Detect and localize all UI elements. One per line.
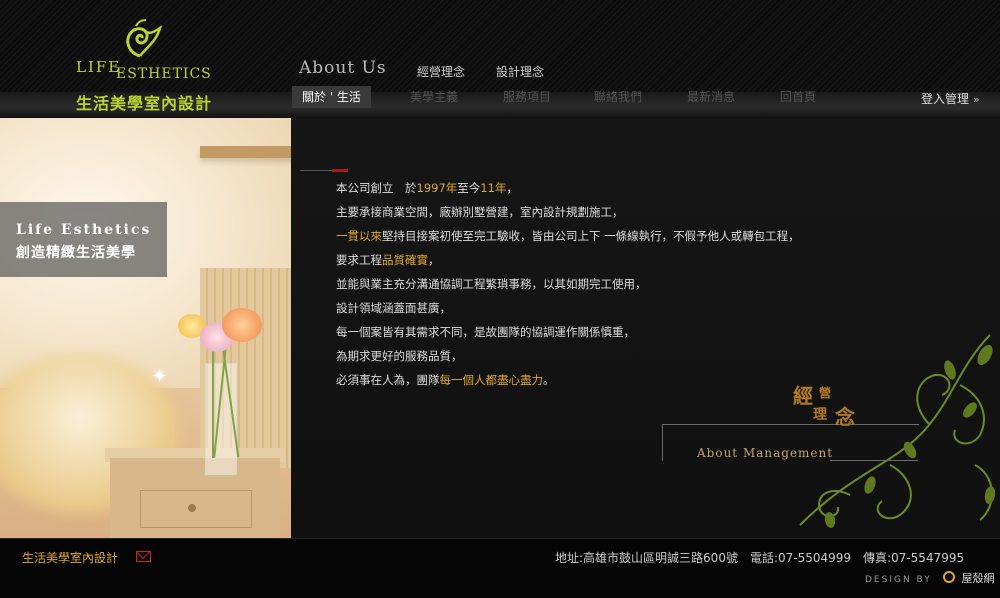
management-english-title: About Management xyxy=(697,446,834,460)
orange-flower xyxy=(222,308,262,342)
tagline-english: Life Esthetics xyxy=(16,222,152,238)
management-char-2: 營 xyxy=(819,386,832,400)
footer-company-name: 生活美學室內設計 xyxy=(22,551,119,565)
highlight-text: 品質確實 xyxy=(382,253,428,267)
intro-text: 為期求更好的服務品質， xyxy=(336,349,463,363)
designer-logo-icon xyxy=(942,571,955,583)
highlight-text: 每一個人都盡心盡力 xyxy=(439,373,544,387)
management-frame-underline xyxy=(830,460,918,461)
intro-text: 並能與業主充分溝通協調工程繁瑣事務，以其如期完工使用， xyxy=(336,277,647,291)
highlight-text: 1997年 xyxy=(416,181,458,195)
intro-line: 一貫以來堅持目接案初使至完工驗收，皆由公司上下 一條線執行，不假予他人或轉包工程… xyxy=(336,229,800,243)
footer-contact-info: 地址:高雄市鼓山區明誠三路600號 電話:07-5504999 傳真:07-55… xyxy=(555,551,965,565)
highlight-text: 11年 xyxy=(480,181,507,195)
intro-line: 設計領域涵蓋面甚廣， xyxy=(336,301,451,315)
intro-text: ， xyxy=(506,181,518,195)
section-title: About Us xyxy=(299,58,387,78)
accent-divider xyxy=(300,170,332,171)
sparkle-icon: ✦ xyxy=(152,366,168,387)
site-footer: 生活美學室內設計 地址:高雄市鼓山區明誠三路600號 電話:07-5504999… xyxy=(0,538,1000,598)
management-char-1: 經 xyxy=(793,384,813,408)
intro-line: 必須事在人為，團隊每一個人都盡心盡力。 xyxy=(336,373,555,387)
intro-text: ， xyxy=(428,253,440,267)
intro-text: 設計領域涵蓋面甚廣， xyxy=(336,301,451,315)
mail-icon[interactable] xyxy=(136,551,151,562)
intro-text: 本公司創立 於 xyxy=(336,181,417,195)
intro-line: 每一個案皆有其需求不同，是故團隊的協調運作關係慎重， xyxy=(336,325,635,339)
nav-item-contact[interactable]: 聯絡我們 xyxy=(594,86,642,108)
designer-name: 屋殼網 xyxy=(961,572,995,585)
footer-design-credit[interactable]: DESIGN BY 屋殼網 xyxy=(865,570,994,586)
nav-item-home[interactable]: 回首頁 xyxy=(780,86,816,108)
logo-text-chinese: 生活美學室內設計 xyxy=(76,94,213,113)
nav-item-news[interactable]: 最新消息 xyxy=(687,86,735,108)
intro-text: 堅持目接案初使至完工驗收，皆由公司上下 一條線執行，不假予他人或轉包工程， xyxy=(382,229,800,243)
photo-shelf xyxy=(200,146,291,158)
subnav-business-philosophy[interactable]: 經營理念 xyxy=(417,63,465,80)
management-char-3: 理 xyxy=(813,407,827,423)
nav-item-services[interactable]: 服務項目 xyxy=(503,86,551,108)
intro-text: 必須事在人為，團隊 xyxy=(336,373,440,387)
hero-photo: ✦ Life Esthetics 創造精緻生活美學 xyxy=(0,118,291,538)
intro-line: 本公司創立 於1997年至今11年， xyxy=(336,181,518,195)
design-by-label: DESIGN BY xyxy=(865,575,932,585)
flower-stem xyxy=(212,338,214,458)
intro-text: 主要承接商業空間，廠辦別墅營建，室內設計規劃施工， xyxy=(336,205,624,219)
logo-text-esthetics: ESTHETICS xyxy=(116,66,212,82)
subnav-design-philosophy[interactable]: 設計理念 xyxy=(496,63,544,80)
nav-item-aesthetics[interactable]: 美學主義 xyxy=(410,86,458,108)
intro-line: 要求工程品質確實， xyxy=(336,253,440,267)
photo-drawer-knob xyxy=(188,504,196,512)
main-nav: 關於 ' 生活 美學主義 服務項目 聯絡我們 最新消息 回首頁 xyxy=(292,86,932,108)
logo-text-life: LIFE xyxy=(76,58,122,76)
site-logo[interactable]: LIFE ESTHETICS 生活美學室內設計 xyxy=(70,18,230,113)
highlight-text: 一貫以來 xyxy=(336,229,382,243)
intro-text: 至今 xyxy=(457,181,481,195)
intro-text: 每一個案皆有其需求不同，是故團隊的協調運作關係慎重， xyxy=(336,325,635,339)
intro-line: 主要承接商業空間，廠辦別墅營建，室內設計規劃施工， xyxy=(336,205,624,219)
intro-line: 並能與業主充分溝通協調工程繁瑣事務，以其如期完工使用， xyxy=(336,277,647,291)
management-char-4: 念 xyxy=(835,405,855,429)
login-label: 登入管理 xyxy=(921,92,970,106)
swirl-logo-icon xyxy=(126,19,163,58)
photo-drawer xyxy=(140,490,252,528)
nav-item-about[interactable]: 關於 ' 生活 xyxy=(292,86,371,108)
double-chevron-right-icon: » xyxy=(973,93,980,106)
intro-text: 要求工程 xyxy=(336,253,382,267)
intro-line: 為期求更好的服務品質， xyxy=(336,349,463,363)
tagline-chinese: 創造精緻生活美學 xyxy=(16,245,136,261)
site-header: LIFE ESTHETICS 生活美學室內設計 About Us 經營理念 設計… xyxy=(0,0,1000,118)
hero-tagline: Life Esthetics 創造精緻生活美學 xyxy=(0,202,167,277)
login-link[interactable]: 登入管理» xyxy=(921,90,980,107)
accent-red-bar xyxy=(332,169,348,172)
intro-text: 。 xyxy=(543,373,555,387)
